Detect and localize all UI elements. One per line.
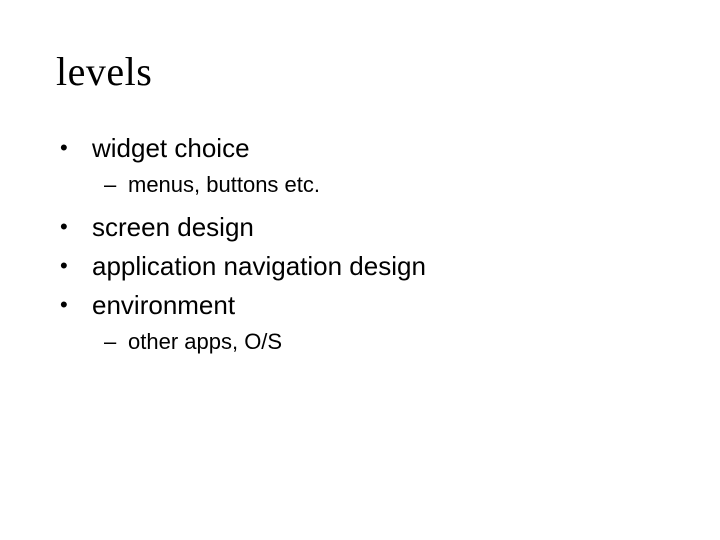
list-item: • screen design xyxy=(60,210,664,245)
list-item-text: screen design xyxy=(92,210,254,245)
dash-icon: – xyxy=(104,170,128,200)
bullet-icon: • xyxy=(60,131,92,165)
sub-list-item: – menus, buttons etc. xyxy=(104,170,664,200)
slide-title: levels xyxy=(56,48,664,95)
list-item-text: widget choice xyxy=(92,131,250,166)
list-item-text: application navigation design xyxy=(92,249,426,284)
bullet-icon: • xyxy=(60,210,92,244)
sub-list-item: – other apps, O/S xyxy=(104,327,664,357)
slide-content: • widget choice – menus, buttons etc. • … xyxy=(60,131,664,357)
bullet-icon: • xyxy=(60,288,92,322)
list-item: • application navigation design xyxy=(60,249,664,284)
list-item: • environment xyxy=(60,288,664,323)
sub-list-item-text: menus, buttons etc. xyxy=(128,170,320,200)
list-item-text: environment xyxy=(92,288,235,323)
slide: levels • widget choice – menus, buttons … xyxy=(0,0,720,540)
bullet-icon: • xyxy=(60,249,92,283)
list-item: • widget choice xyxy=(60,131,664,166)
dash-icon: – xyxy=(104,327,128,357)
sub-list-item-text: other apps, O/S xyxy=(128,327,282,357)
